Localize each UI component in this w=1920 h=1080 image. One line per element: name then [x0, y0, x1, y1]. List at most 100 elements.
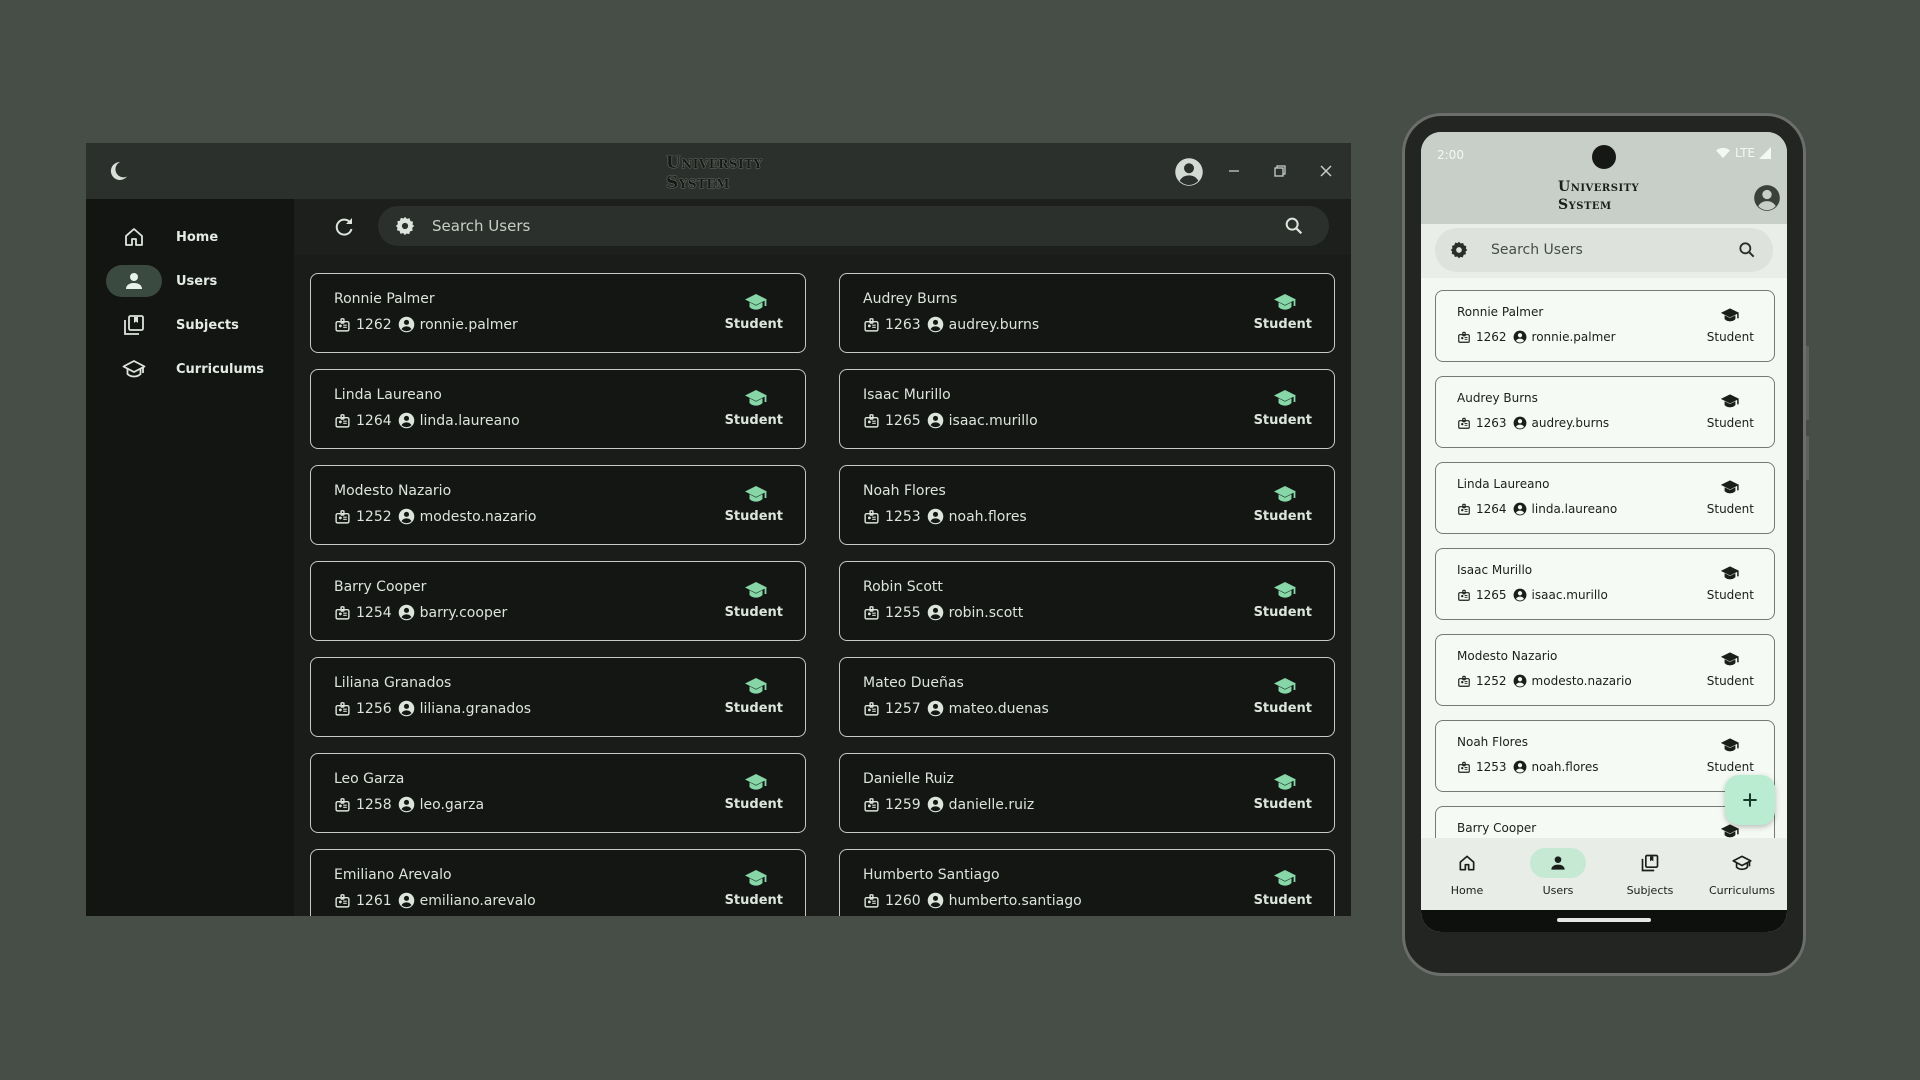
home-icon	[125, 228, 143, 246]
search-icon[interactable]	[1283, 215, 1305, 237]
bottom-nav-subjects[interactable]: Subjects	[1604, 848, 1696, 904]
user-card[interactable]: Emiliano Arevalo 1261 emiliano.arevalo Stud…	[310, 849, 806, 916]
minimize-icon[interactable]	[1223, 160, 1245, 182]
account-circle-icon	[398, 412, 415, 429]
badge-icon	[863, 700, 880, 717]
user-meta: 1261 emiliano.arevalo	[334, 892, 536, 909]
plus-icon	[1743, 793, 1757, 807]
user-card[interactable]: Barry Cooper1254barry.cooperStudent	[1435, 806, 1775, 838]
user-meta: 1263 audrey.burns	[1457, 416, 1609, 430]
bottom-nav-label-users: Users	[1542, 884, 1574, 897]
user-card[interactable]: Linda Laureano 1264 linda.laureano Student	[1435, 462, 1775, 534]
user-id: 1265	[885, 412, 921, 429]
user-card[interactable]: Audrey Burns 1263 audrey.burns Student	[1435, 376, 1775, 448]
settings-icon[interactable]	[394, 215, 416, 237]
user-name: Isaac Murillo	[1457, 563, 1533, 577]
phone-frame: 2:00 LTE University System Search Users …	[1402, 113, 1809, 976]
user-username: barry.cooper	[419, 604, 508, 621]
user-name: Robin Scott	[863, 579, 943, 595]
user-name: Linda Laureano	[334, 387, 442, 403]
user-card[interactable]: Noah Flores 1253 noah.flores Student	[839, 465, 1335, 545]
settings-icon[interactable]	[1449, 240, 1469, 260]
mobile-search-input[interactable]	[1491, 240, 1711, 260]
bottom-nav-users[interactable]: Users	[1512, 848, 1604, 904]
user-card[interactable]: Isaac Murillo 1265 isaac.murillo Student	[839, 369, 1335, 449]
user-id: 1259	[885, 796, 921, 813]
account-circle-icon	[927, 604, 944, 621]
account-circle-icon[interactable]	[1174, 157, 1204, 187]
user-card[interactable]: Isaac Murillo 1265 isaac.murillo Student	[1435, 548, 1775, 620]
user-card[interactable]: Linda Laureano 1264 linda.laureano Student	[310, 369, 806, 449]
nav-label-subjects: Subjects	[176, 317, 239, 333]
user-name: Modesto Nazario	[334, 483, 452, 499]
user-name: Ronnie Palmer	[1457, 305, 1544, 319]
nav-item-users[interactable]: Users	[106, 265, 282, 297]
user-id: 1261	[356, 892, 392, 909]
school-cap-icon	[744, 866, 768, 890]
user-card[interactable]: Modesto Nazario 1252 modesto.nazario Studen…	[310, 465, 806, 545]
user-meta: 1253 noah.flores	[1457, 760, 1598, 774]
user-card[interactable]: Liliana Granados 1256 liliana.granados Stud…	[310, 657, 806, 737]
refresh-icon[interactable]	[332, 215, 356, 239]
nav-item-curriculums[interactable]: Curriculums	[106, 353, 282, 385]
user-card[interactable]: Ronnie Palmer 1262 ronnie.palmer Student	[1435, 290, 1775, 362]
nav-item-home[interactable]: Home	[106, 221, 282, 253]
search-input[interactable]	[432, 214, 1232, 238]
badge-icon	[334, 316, 351, 333]
user-card[interactable]: Mateo Dueñas 1257 mateo.duenas Student	[839, 657, 1335, 737]
school-cap-icon	[1720, 649, 1740, 669]
user-meta: 1263 audrey.burns	[863, 316, 1039, 333]
bottom-nav-home[interactable]: Home	[1421, 848, 1513, 904]
user-card[interactable]: Barry Cooper1254barry.cooperStudent	[310, 561, 806, 641]
phone-volume-button	[1806, 346, 1809, 420]
badge-icon	[1457, 760, 1471, 774]
user-role: Student	[1706, 416, 1754, 430]
bottom-nav-curriculums[interactable]: Curriculums	[1696, 848, 1787, 904]
school-cap-icon	[1273, 290, 1297, 314]
user-card-grid: Ronnie Palmer 1262 ronnie.palmer Student Aud…	[310, 273, 1335, 916]
user-id: 1254	[356, 604, 392, 621]
user-card[interactable]: Humberto Santiago 1260 humberto.santiago St…	[839, 849, 1335, 916]
user-card[interactable]: Ronnie Palmer 1262 ronnie.palmer Student	[310, 273, 806, 353]
user-role: Student	[1253, 605, 1312, 620]
user-username: audrey.burns	[948, 316, 1040, 333]
badge-icon	[1457, 330, 1471, 344]
user-id: 1263	[885, 316, 921, 333]
user-id: 1263	[1476, 416, 1507, 430]
user-name: Emiliano Arevalo	[334, 867, 452, 883]
badge-icon	[334, 604, 351, 621]
user-card[interactable]: Danielle Ruiz 1259 danielle.ruiz Student	[839, 753, 1335, 833]
user-name: Humberto Santiago	[863, 867, 1000, 883]
user-card[interactable]: Robin Scott 1255 robin.scott Student	[839, 561, 1335, 641]
school-cap-icon	[744, 386, 768, 410]
user-card[interactable]: Leo Garza 1258 leo.garza Student	[310, 753, 806, 833]
user-meta: 1254 barry.cooper	[334, 604, 507, 621]
user-name: Linda Laureano	[1457, 477, 1550, 491]
school-icon	[122, 360, 146, 378]
user-card[interactable]: Noah Flores 1253 noah.flores Student	[1435, 720, 1775, 792]
signal-icon	[1759, 147, 1771, 159]
gesture-handle[interactable]	[1557, 918, 1651, 922]
user-meta: 1256 liliana.granados	[334, 700, 531, 717]
user-card[interactable]: Audrey Burns 1263 audrey.burns Student	[839, 273, 1335, 353]
mobile-add-user-button[interactable]	[1725, 775, 1775, 825]
account-circle-icon	[927, 796, 944, 813]
moon-icon[interactable]	[106, 159, 130, 183]
user-card[interactable]: Modesto Nazario 1252 modesto.nazario Studen…	[1435, 634, 1775, 706]
account-circle-icon[interactable]	[1753, 184, 1781, 212]
account-circle-icon	[398, 508, 415, 525]
user-username: ronnie.palmer	[1531, 330, 1616, 344]
user-username: noah.flores	[1531, 760, 1599, 774]
search-icon[interactable]	[1737, 240, 1757, 260]
nav-item-subjects[interactable]: Subjects	[106, 309, 282, 341]
restore-icon[interactable]	[1269, 160, 1291, 182]
account-circle-icon	[398, 796, 415, 813]
bottom-navigation: Home Users Subjects Curriculums	[1421, 838, 1787, 910]
network-type: LTE	[1735, 146, 1755, 160]
user-id: 1253	[885, 508, 921, 525]
user-id: 1264	[356, 412, 392, 429]
badge-icon	[863, 412, 880, 429]
mobile-app-bar: University System	[1421, 172, 1787, 224]
user-id: 1260	[885, 892, 921, 909]
close-icon[interactable]	[1315, 160, 1337, 182]
